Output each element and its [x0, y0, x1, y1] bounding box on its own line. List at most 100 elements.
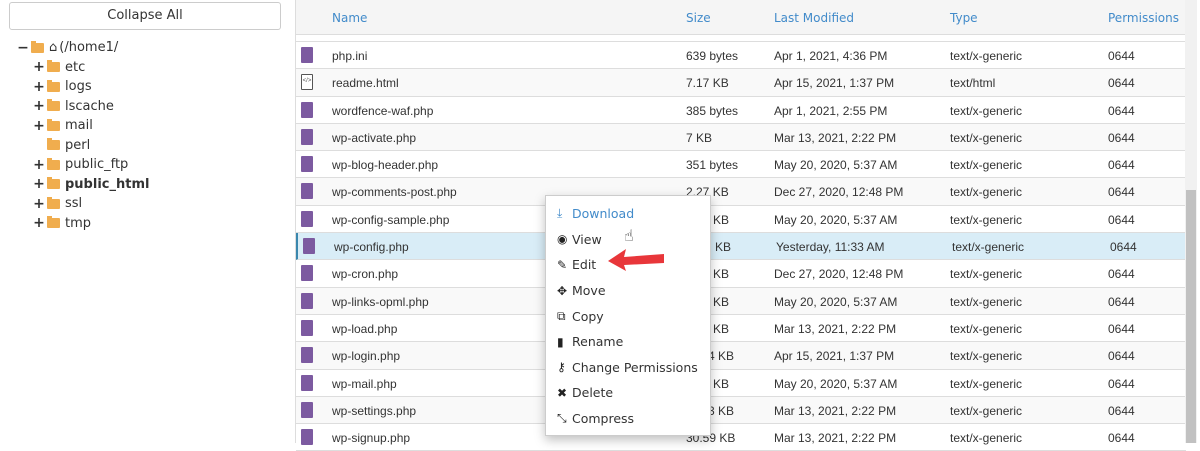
- compress-icon: ⤡: [557, 411, 567, 426]
- file-modified: Mar 13, 2021, 2:22 PM: [774, 321, 897, 336]
- file-name[interactable]: wp-activate.php: [332, 131, 416, 145]
- tree-folder-tmp[interactable]: + tmp: [17, 214, 149, 234]
- expand-icon[interactable]: +: [33, 79, 45, 95]
- file-modified: Apr 15, 2021, 1:37 PM: [774, 349, 895, 364]
- file-name[interactable]: readme.html: [332, 76, 399, 90]
- table-row[interactable]: wp-activate.php 7 KB Mar 13, 2021, 2:22 …: [296, 123, 1186, 152]
- table-row[interactable]: </> readme.html 7.17 KB Apr 15, 2021, 1:…: [296, 69, 1186, 97]
- header-size[interactable]: Size: [686, 11, 711, 25]
- collapse-icon[interactable]: −: [17, 40, 29, 56]
- folder-label: public_ftp: [65, 157, 129, 173]
- tree-folder-lscache[interactable]: + lscache: [17, 97, 149, 117]
- table-header: Name Size Last Modified Type Permissions: [296, 0, 1186, 35]
- scrollbar[interactable]: [1185, 0, 1197, 443]
- tree-folder-public-html[interactable]: + public_html: [17, 175, 149, 195]
- menu-item-move[interactable]: ✥ Move: [546, 278, 710, 304]
- tree-folder-mail[interactable]: + mail: [17, 116, 149, 136]
- file-name[interactable]: wp-settings.php: [332, 404, 416, 418]
- file-type: text/x-generic: [950, 103, 1023, 118]
- partial-row: [296, 35, 1186, 42]
- file-permissions: 0644: [1108, 103, 1135, 118]
- file-name[interactable]: php.ini: [332, 49, 367, 63]
- folder-icon: [47, 157, 60, 170]
- file-modified: Mar 13, 2021, 2:22 PM: [774, 431, 897, 446]
- file-size: KB: [715, 240, 732, 255]
- expand-icon[interactable]: +: [33, 215, 45, 231]
- collapse-all-button[interactable]: Collapse All: [9, 2, 281, 30]
- menu-item-label: Rename: [572, 334, 624, 350]
- table-row[interactable]: wp-comments-post.php 2.27 KB Dec 27, 202…: [296, 178, 1186, 206]
- folder-icon: [47, 196, 60, 209]
- tree-folder-logs[interactable]: + logs: [17, 77, 149, 97]
- file-modified: May 20, 2020, 5:37 AM: [774, 294, 898, 309]
- table-row[interactable]: wp-config.php KB Yesterday, 11:33 AM tex…: [296, 233, 1186, 261]
- key-icon: ⚷: [557, 360, 566, 375]
- hand-cursor-icon: ☝: [624, 226, 634, 245]
- file-name[interactable]: wp-signup.php: [332, 431, 410, 445]
- menu-item-download[interactable]: ⤓ Download: [546, 201, 710, 227]
- menu-item-label: Copy: [572, 308, 604, 324]
- file-permissions: 0644: [1108, 130, 1135, 145]
- header-name[interactable]: Name: [332, 11, 367, 25]
- scrollbar-thumb[interactable]: [1186, 190, 1196, 443]
- text-file-icon: [301, 347, 313, 364]
- table-row[interactable]: wp-cron.php KB Dec 27, 2020, 12:48 PM te…: [296, 260, 1186, 288]
- text-file-icon: [301, 265, 313, 282]
- file-size: 4 KB: [708, 349, 735, 364]
- menu-item-label: Change Permissions: [572, 359, 698, 375]
- file-name[interactable]: wp-blog-header.php: [332, 158, 438, 172]
- file-name[interactable]: wp-config-sample.php: [332, 213, 449, 227]
- header-modified[interactable]: Last Modified: [774, 11, 854, 25]
- folder-label: perl: [65, 137, 91, 153]
- menu-item-change-permissions[interactable]: ⚷ Change Permissions: [546, 355, 710, 381]
- table-row[interactable]: php.ini 639 bytes Apr 1, 2021, 4:36 PM t…: [296, 42, 1186, 70]
- header-permissions[interactable]: Permissions: [1108, 11, 1179, 25]
- table-row[interactable]: wordfence-waf.php 385 bytes Apr 1, 2021,…: [296, 97, 1186, 124]
- folder-label: mail: [65, 118, 93, 134]
- expand-icon[interactable]: +: [33, 98, 45, 114]
- table-row[interactable]: wp-mail.php KB May 20, 2020, 5:37 AM tex…: [296, 370, 1186, 397]
- table-row[interactable]: wp-blog-header.php 351 bytes May 20, 202…: [296, 151, 1186, 179]
- file-type: text/x-generic: [950, 376, 1023, 391]
- menu-item-label: Edit: [572, 257, 597, 273]
- table-row[interactable]: wp-settings.php 3 KB Mar 13, 2021, 2:22 …: [296, 396, 1186, 425]
- table-row[interactable]: wp-signup.php 30.59 KB Mar 13, 2021, 2:2…: [296, 424, 1186, 451]
- file-name[interactable]: wp-comments-post.php: [332, 185, 457, 199]
- menu-item-compress[interactable]: ⤡ Compress: [546, 406, 710, 432]
- file-name[interactable]: wp-mail.php: [332, 377, 397, 391]
- tree-folder-public-ftp[interactable]: + public_ftp: [17, 155, 149, 175]
- table-row[interactable]: wp-load.php KB Mar 13, 2021, 2:22 PM tex…: [296, 315, 1186, 343]
- menu-item-delete[interactable]: ✖ Delete: [546, 380, 710, 406]
- file-name[interactable]: wp-load.php: [332, 322, 397, 336]
- menu-item-rename[interactable]: ▮ Rename: [546, 329, 710, 355]
- table-row[interactable]: wp-login.php 4 KB Apr 15, 2021, 1:37 PM …: [296, 342, 1186, 370]
- file-modified: Apr 15, 2021, 1:37 PM: [774, 76, 895, 91]
- table-row[interactable]: wp-config-sample.php KB May 20, 2020, 5:…: [296, 206, 1186, 234]
- file-name[interactable]: wp-config.php: [334, 240, 409, 254]
- file-name[interactable]: wordfence-waf.php: [332, 104, 433, 118]
- file-name[interactable]: wp-links-opml.php: [332, 295, 429, 309]
- table-body: php.ini 639 bytes Apr 1, 2021, 4:36 PM t…: [296, 42, 1186, 451]
- expand-icon[interactable]: +: [33, 118, 45, 134]
- expand-icon[interactable]: +: [33, 196, 45, 212]
- expand-icon[interactable]: +: [33, 157, 45, 173]
- expand-icon[interactable]: +: [33, 59, 45, 75]
- file-type: text/x-generic: [950, 349, 1023, 364]
- file-size: KB: [713, 294, 730, 309]
- file-type: text/x-generic: [950, 49, 1023, 63]
- file-name[interactable]: wp-cron.php: [332, 267, 398, 281]
- menu-item-copy[interactable]: ⧉ Copy: [546, 303, 710, 329]
- tree-folder-ssl[interactable]: + ssl: [17, 194, 149, 214]
- tree-folder-perl[interactable]: perl: [17, 136, 149, 156]
- expand-icon[interactable]: +: [33, 176, 45, 192]
- file-modified: Yesterday, 11:33 AM: [776, 240, 885, 255]
- menu-item-label: Delete: [572, 385, 614, 401]
- text-file-icon: [301, 183, 313, 200]
- text-file-icon: [301, 292, 313, 309]
- file-size: 3 KB: [708, 403, 735, 418]
- tree-root[interactable]: − ⌂ (/home1/: [17, 38, 149, 58]
- header-type[interactable]: Type: [950, 11, 978, 25]
- tree-folder-etc[interactable]: + etc: [17, 58, 149, 78]
- table-row[interactable]: wp-links-opml.php KB May 20, 2020, 5:37 …: [296, 287, 1186, 315]
- file-name[interactable]: wp-login.php: [332, 349, 400, 363]
